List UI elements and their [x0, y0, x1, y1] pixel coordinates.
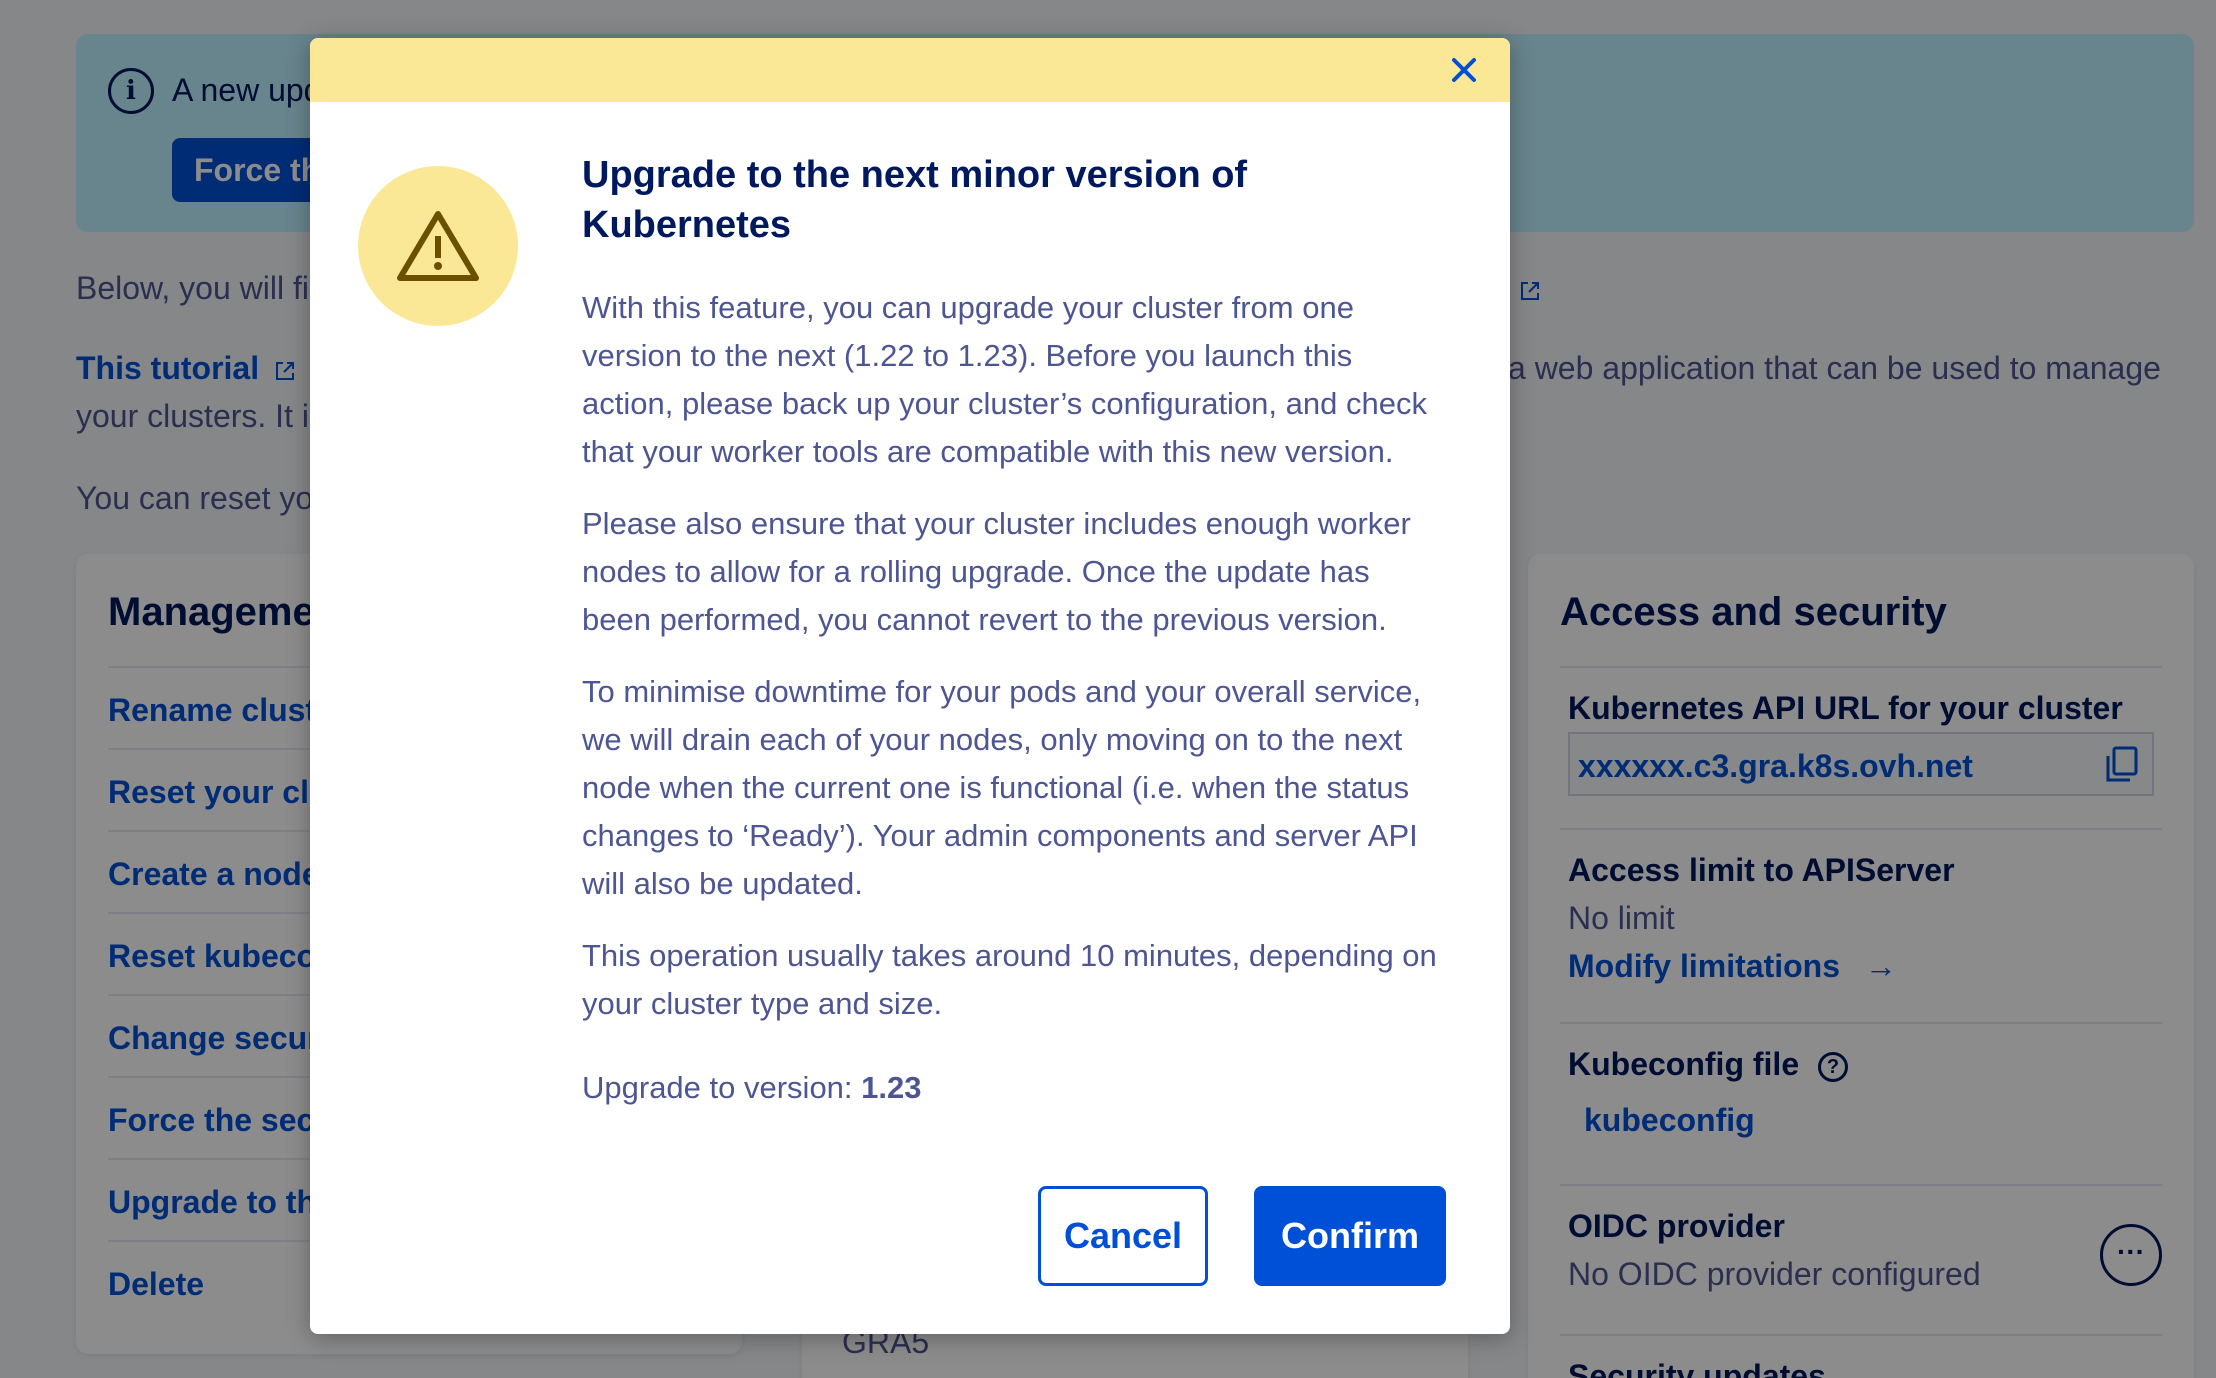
modal-paragraph-3: To minimise downtime for your pods and y… [582, 674, 1422, 901]
modal-paragraph-2: Please also ensure that your cluster inc… [582, 506, 1411, 637]
upgrade-version-line: Upgrade to version: 1.23 [582, 1070, 922, 1106]
modal-header [310, 38, 1510, 102]
upgrade-modal: Upgrade to the next minor version of Kub… [310, 38, 1510, 1334]
modal-paragraph-1: With this feature, you can upgrade your … [582, 290, 1427, 469]
warning-icon [397, 211, 479, 281]
cancel-button[interactable]: Cancel [1038, 1186, 1208, 1286]
confirm-button[interactable]: Confirm [1254, 1186, 1446, 1286]
close-icon[interactable] [1442, 48, 1486, 92]
warning-badge [358, 166, 518, 326]
modal-paragraph-4: This operation usually takes around 10 m… [582, 938, 1437, 1021]
version-label: Upgrade to version: [582, 1070, 853, 1105]
modal-title: Upgrade to the next minor version of Kub… [582, 154, 1248, 246]
version-value: 1.23 [861, 1070, 922, 1105]
